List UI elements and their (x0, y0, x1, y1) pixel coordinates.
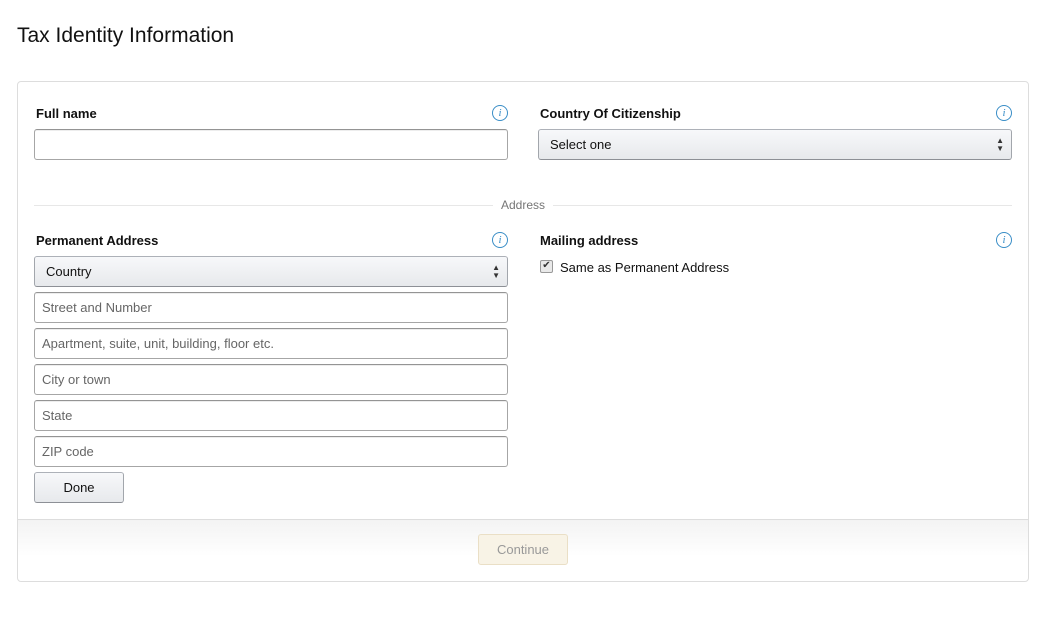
info-icon[interactable]: i (996, 232, 1012, 248)
full-name-label: Full name (36, 105, 97, 121)
tax-identity-form-card: Full name i Country Of Citizenship i Sel… (17, 81, 1029, 582)
info-icon[interactable]: i (492, 232, 508, 248)
form-footer: Continue (18, 519, 1028, 581)
select-arrows-icon: ▲ ▼ (492, 262, 500, 280)
citizenship-selected-value: Select one (550, 137, 612, 152)
page-title: Tax Identity Information (17, 24, 235, 47)
full-name-input[interactable] (34, 129, 508, 160)
info-icon[interactable]: i (996, 105, 1012, 121)
mailing-address-label: Mailing address (540, 232, 639, 248)
citizenship-group: Country Of Citizenship i Select one ▲ ▼ (538, 103, 1012, 160)
select-arrows-icon: ▲ ▼ (996, 135, 1004, 153)
country-select[interactable]: Country ▲ ▼ (34, 256, 508, 287)
permanent-address-group: Permanent Address i Country ▲▼ Done (34, 230, 508, 503)
apartment-input[interactable] (34, 328, 508, 359)
address-section-label: Address (18, 198, 1028, 212)
citizenship-select[interactable]: Select one ▲ ▼ (538, 129, 1012, 160)
same-as-permanent-option[interactable]: ✔ Same as Permanent Address (538, 259, 1012, 275)
country-selected-value: Country (46, 264, 92, 279)
street-input[interactable] (34, 292, 508, 323)
done-button[interactable]: Done (34, 472, 124, 503)
continue-button[interactable]: Continue (478, 534, 568, 565)
city-input[interactable] (34, 364, 508, 395)
full-name-group: Full name i (34, 103, 508, 160)
same-as-permanent-checkbox[interactable]: ✔ (540, 259, 553, 273)
zip-input[interactable] (34, 436, 508, 467)
same-as-permanent-label[interactable]: Same as Permanent Address (560, 260, 729, 275)
permanent-address-label: Permanent Address (36, 232, 159, 248)
mailing-address-group: Mailing address i ✔ Same as Permanent Ad… (538, 230, 1012, 275)
state-input[interactable] (34, 400, 508, 431)
citizenship-label: Country Of Citizenship (540, 105, 681, 121)
info-icon[interactable]: i (492, 105, 508, 121)
